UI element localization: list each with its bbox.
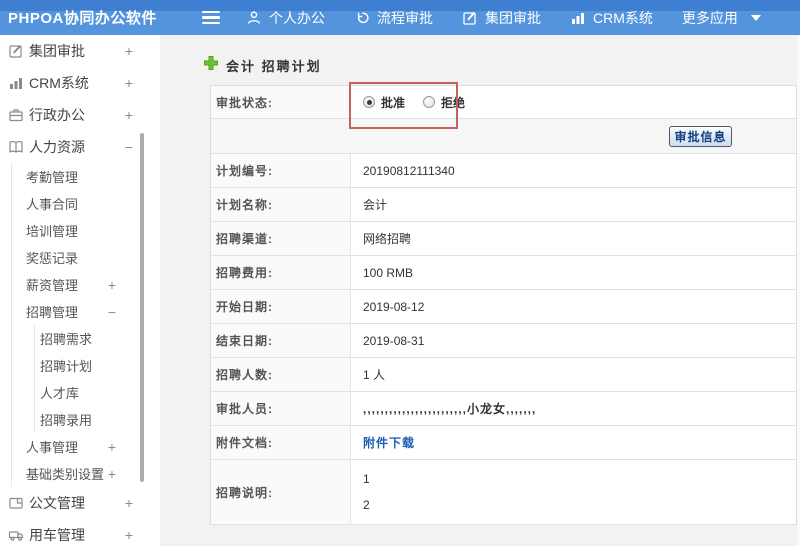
- edit-icon: [462, 10, 478, 26]
- form-row-attachment: 附件文档: 附件下载: [211, 426, 796, 460]
- collapse-toggle[interactable]: −: [108, 304, 116, 320]
- nav-label: 集团审批: [485, 9, 541, 26]
- add-icon: [203, 55, 219, 76]
- collapse-toggle[interactable]: −: [125, 139, 133, 155]
- form-row-headcount: 招聘人数: 1 人: [211, 358, 796, 392]
- document-icon: [8, 495, 25, 512]
- top-navigation: 个人办公 流程审批 集团审批 CRM系统 更多应用: [246, 8, 790, 28]
- attachment-download-link[interactable]: 附件下载: [363, 434, 415, 451]
- approval-form-table: 审批状态: 批准 拒绝 审批信息 计划编号: 20190812111340 计划…: [210, 85, 797, 525]
- sidebar-item-hr[interactable]: 人力资源 −: [0, 131, 160, 163]
- expand-toggle[interactable]: +: [125, 527, 133, 543]
- field-value: 20190812111340: [351, 154, 796, 187]
- field-label: 附件文档:: [211, 426, 351, 459]
- expand-toggle[interactable]: +: [108, 439, 116, 455]
- status-radio-group: 批准 拒绝: [351, 86, 796, 118]
- field-label: 计划编号:: [211, 154, 351, 187]
- field-label: 审批人员:: [211, 392, 351, 425]
- form-row-approve-button: 审批信息: [211, 119, 796, 154]
- truck-icon: [8, 527, 25, 544]
- field-label: 招聘说明:: [211, 460, 351, 524]
- expand-toggle[interactable]: +: [125, 107, 133, 123]
- nav-group-approval[interactable]: 集团审批: [462, 8, 541, 28]
- radio-label: 拒绝: [441, 95, 466, 110]
- sidebar-item-vehicle[interactable]: 用车管理 +: [0, 519, 160, 546]
- sidebar-item-rewards[interactable]: 奖惩记录: [12, 244, 160, 271]
- form-row-recruit-channel: 招聘渠道: 网络招聘: [211, 222, 796, 256]
- hamburger-menu-icon[interactable]: [200, 10, 222, 25]
- form-row-end-date: 结束日期: 2019-08-31: [211, 324, 796, 358]
- field-value: 100 RMB: [351, 256, 796, 289]
- radio-label: 批准: [381, 95, 406, 110]
- field-value: 网络招聘: [351, 222, 796, 255]
- edit-icon: [8, 43, 25, 60]
- bar-chart-icon: [8, 75, 25, 92]
- sidebar: 集团审批 + CRM系统 + 行政办公 + 人力资源 − 考勤管理 人事合同 培…: [0, 35, 160, 546]
- field-value: 2019-08-12: [351, 290, 796, 323]
- nav-crm-system[interactable]: CRM系统: [570, 8, 653, 28]
- form-row-plan-name: 计划名称: 会计: [211, 188, 796, 222]
- field-label: 招聘人数:: [211, 358, 351, 391]
- page-title: 会计 招聘计划: [226, 58, 322, 74]
- sidebar-item-recruit-mgmt[interactable]: 招聘管理 −: [12, 298, 160, 325]
- topbar: PHPOA协同办公软件 个人办公 流程审批 集团审批 CRM系统 更多应用: [0, 0, 800, 35]
- app-logo: PHPOA协同办公软件: [8, 10, 157, 27]
- sidebar-item-documents[interactable]: 公文管理 +: [0, 487, 160, 519]
- field-value: ,,,,,,,,,,,,,,,,,,,,,,,,小龙女,,,,,,,: [351, 392, 796, 425]
- sidebar-item-admin-office[interactable]: 行政办公 +: [0, 99, 160, 131]
- expand-toggle[interactable]: +: [108, 277, 116, 293]
- radio-button-icon[interactable]: [363, 96, 375, 108]
- field-label: 计划名称:: [211, 188, 351, 221]
- sidebar-item-hr-contract[interactable]: 人事合同: [12, 190, 160, 217]
- sidebar-item-salary[interactable]: 薪资管理 +: [12, 271, 160, 298]
- sidebar-scrollbar-thumb[interactable]: [140, 133, 144, 482]
- caret-down-icon: [750, 14, 761, 21]
- nav-personal-office[interactable]: 个人办公: [246, 8, 325, 28]
- field-value: 1 人: [351, 358, 796, 391]
- field-value: 会计: [351, 188, 796, 221]
- nav-label: 流程审批: [377, 9, 433, 26]
- sidebar-item-group-approval[interactable]: 集团审批 +: [0, 35, 160, 67]
- nav-label: 个人办公: [269, 9, 325, 26]
- radio-reject[interactable]: 拒绝: [423, 94, 465, 111]
- field-label: 招聘费用:: [211, 256, 351, 289]
- expand-toggle[interactable]: +: [125, 495, 133, 511]
- hr-submenu: 考勤管理 人事合同 培训管理 奖惩记录 薪资管理 + 招聘管理 − 招聘需求 招…: [11, 163, 160, 487]
- form-row-status: 审批状态: 批准 拒绝: [211, 86, 796, 119]
- sidebar-item-base-category[interactable]: 基础类别设置 +: [12, 460, 160, 487]
- field-label: 结束日期:: [211, 324, 351, 357]
- approval-info-button[interactable]: 审批信息: [669, 126, 732, 147]
- nav-label: 更多应用: [681, 9, 738, 26]
- field-label: 审批状态:: [211, 86, 351, 118]
- person-icon: [246, 10, 262, 26]
- bar-chart-icon: [570, 10, 586, 26]
- field-label: 招聘渠道:: [211, 222, 351, 255]
- radio-approve[interactable]: 批准: [363, 94, 405, 111]
- expand-toggle[interactable]: +: [108, 466, 116, 482]
- book-icon: [8, 139, 25, 156]
- field-value: 2019-08-31: [351, 324, 796, 357]
- form-row-plan-number: 计划编号: 20190812111340: [211, 154, 796, 188]
- main-content: 会计 招聘计划 审批状态: 批准 拒绝 审批信息 计划编号: 201908121…: [160, 35, 800, 546]
- sidebar-item-attendance[interactable]: 考勤管理: [12, 163, 160, 190]
- nav-process-approval[interactable]: 流程审批: [354, 8, 433, 28]
- description-line: 1: [363, 472, 370, 486]
- form-row-approvers: 审批人员: ,,,,,,,,,,,,,,,,,,,,,,,,小龙女,,,,,,,: [211, 392, 796, 426]
- form-row-recruit-cost: 招聘费用: 100 RMB: [211, 256, 796, 290]
- expand-toggle[interactable]: +: [125, 75, 133, 91]
- description-line: 2: [363, 498, 370, 512]
- field-label: 开始日期:: [211, 290, 351, 323]
- nav-more-apps[interactable]: 更多应用: [682, 8, 761, 28]
- briefcase-icon: [8, 107, 25, 124]
- sidebar-item-crm[interactable]: CRM系统 +: [0, 67, 160, 99]
- radio-button-icon[interactable]: [423, 96, 436, 108]
- sidebar-item-personnel[interactable]: 人事管理 +: [12, 433, 160, 460]
- expand-toggle[interactable]: +: [125, 43, 133, 59]
- form-row-start-date: 开始日期: 2019-08-12: [211, 290, 796, 324]
- sidebar-item-training[interactable]: 培训管理: [12, 217, 160, 244]
- history-icon: [354, 10, 370, 26]
- nav-label: CRM系统: [593, 9, 653, 26]
- form-row-description: 招聘说明: 1 2: [211, 460, 796, 525]
